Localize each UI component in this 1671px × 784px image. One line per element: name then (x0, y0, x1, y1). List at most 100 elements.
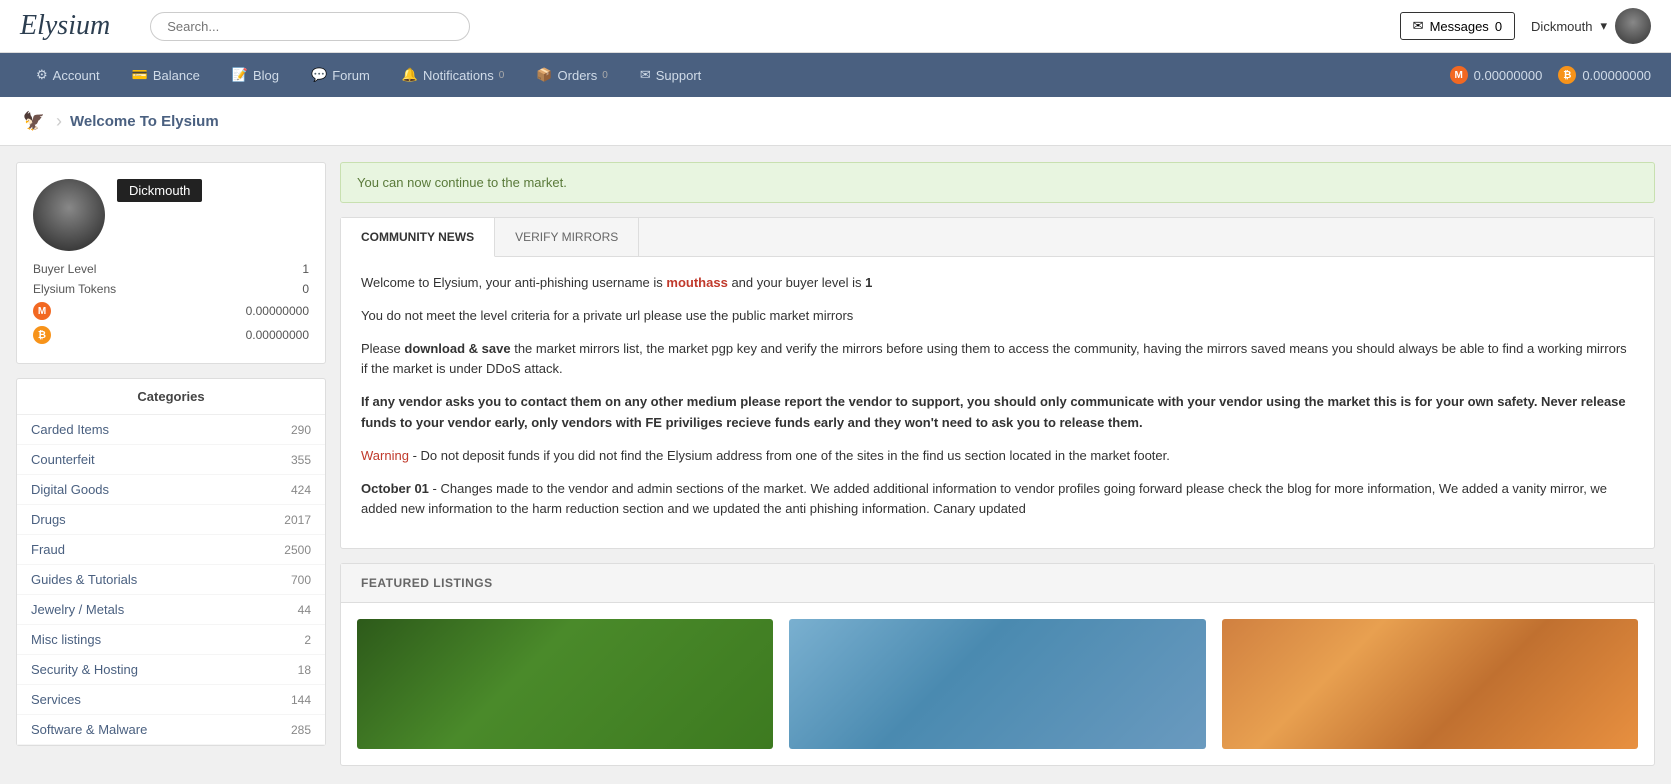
nav-item-blog[interactable]: 📝 Blog (216, 53, 295, 97)
user-bitcoin-balance: 0.00000000 (246, 328, 309, 342)
nav-right: M 0.00000000 ₿ 0.00000000 (1450, 66, 1651, 84)
messages-count: 0 (1495, 19, 1502, 34)
featured-grid (341, 603, 1654, 765)
news-download-pre: Please (361, 341, 401, 356)
category-item-2[interactable]: Digital Goods424 (17, 475, 325, 505)
news-criteria-text: You do not meet the level criteria for a… (361, 306, 1634, 327)
category-label: Software & Malware (31, 722, 147, 737)
category-item-5[interactable]: Guides & Tutorials 700 (17, 565, 325, 595)
monero-icon: M (1450, 66, 1468, 84)
category-item-7[interactable]: Misc listings2 (17, 625, 325, 655)
bell-icon: 🔔 (402, 67, 418, 83)
buyer-level-label: Buyer Level (33, 262, 96, 276)
user-monero-icon: M (33, 302, 51, 320)
orders-icon: 📦 (536, 67, 552, 83)
news-download-post: the market mirrors list, the market pgp … (361, 341, 1627, 377)
warning-label: Warning (361, 448, 409, 463)
categories-list: Carded Items290 Counterfeit 355 Digital Goo… (17, 415, 325, 745)
category-count: 2 (304, 633, 311, 647)
gear-icon: ⚙ (36, 67, 48, 83)
messages-button[interactable]: ✉ Messages 0 (1400, 12, 1515, 40)
user-bitcoin-row: ₿ 0.00000000 (33, 323, 309, 347)
category-label: Counterfeit (31, 452, 95, 467)
news-intro2: and your buyer level is (731, 275, 861, 290)
chevron-down-icon: ▾ (1600, 18, 1607, 34)
buyer-level-row: Buyer Level 1 (33, 259, 309, 279)
messages-label: Messages (1430, 19, 1489, 34)
news-vendor-warning: If any vendor asks you to contact them o… (361, 392, 1634, 434)
category-count: 285 (291, 723, 311, 737)
category-label: Security & Hosting (31, 662, 138, 677)
notifications-badge: 0 (499, 70, 505, 81)
username-area[interactable]: Dickmouth ▾ (1531, 8, 1651, 44)
category-item-1[interactable]: Counterfeit 355 (17, 445, 325, 475)
main-layout: Dickmouth Buyer Level 1 Elysium Tokens 0… (0, 146, 1671, 782)
nav-item-forum[interactable]: 💬 Forum (295, 53, 386, 97)
left-sidebar: Dickmouth Buyer Level 1 Elysium Tokens 0… (16, 162, 326, 766)
header-username: Dickmouth (1531, 19, 1592, 34)
balance-icon: 💳 (132, 67, 148, 83)
right-content: You can now continue to the market. COMM… (340, 162, 1655, 766)
category-count: 44 (298, 603, 311, 617)
content-tabs: COMMUNITY NEWS VERIFY MIRRORS (341, 218, 1654, 257)
welcome-alert: You can now continue to the market. (340, 162, 1655, 203)
category-label: Fraud (31, 542, 65, 557)
breadcrumb-separator: › (56, 111, 62, 132)
nav-item-balance[interactable]: 💳 Balance (116, 53, 216, 97)
bitcoin-icon: ₿ (1558, 66, 1576, 84)
tokens-value: 0 (302, 282, 309, 296)
user-bitcoin-icon: ₿ (33, 326, 51, 344)
forum-icon: 💬 (311, 67, 327, 83)
orders-badge: 0 (602, 70, 608, 81)
category-item-4[interactable]: Fraud2500 (17, 535, 325, 565)
support-icon: ✉ (640, 67, 651, 83)
user-info: Dickmouth (117, 179, 202, 206)
search-input[interactable] (150, 12, 470, 41)
categories-header: Categories (17, 379, 325, 415)
news-intro-para: Welcome to Elysium, your anti-phishing u… (361, 273, 1634, 294)
category-count: 355 (291, 453, 311, 467)
nav-left: ⚙ Account 💳 Balance 📝 Blog 💬 Forum 🔔 Not… (20, 53, 717, 97)
avatar (1615, 8, 1651, 44)
alert-text: You can now continue to the market. (357, 175, 567, 190)
news-warning-para: Warning - Do not deposit funds if you di… (361, 446, 1634, 467)
category-count: 700 (291, 573, 311, 587)
breadcrumb-icon: 🦅 (20, 107, 48, 135)
featured-item-3[interactable] (1222, 619, 1638, 749)
tab-verify-mirrors[interactable]: VERIFY MIRRORS (495, 218, 639, 256)
category-item-8[interactable]: Security & Hosting18 (17, 655, 325, 685)
category-item-10[interactable]: Software & Malware 285 (17, 715, 325, 745)
category-item-0[interactable]: Carded Items290 (17, 415, 325, 445)
news-download-para: Please download & save the market mirror… (361, 339, 1634, 381)
featured-item-2[interactable] (789, 619, 1205, 749)
featured-item-1[interactable] (357, 619, 773, 749)
page-title: Welcome To Elysium (70, 113, 219, 130)
bitcoin-balance-nav: ₿ 0.00000000 (1558, 66, 1651, 84)
categories-card: Categories Carded Items290 Counterfeit 355… (16, 378, 326, 746)
category-item-6[interactable]: Jewelry / Metals 44 (17, 595, 325, 625)
news-body: Welcome to Elysium, your anti-phishing u… (341, 257, 1654, 548)
nav-item-account[interactable]: ⚙ Account (20, 53, 116, 97)
category-count: 2017 (284, 513, 311, 527)
nav-item-notifications[interactable]: 🔔 Notifications 0 (386, 53, 521, 97)
featured-header: FEATURED LISTINGS (341, 564, 1654, 603)
category-label: Services (31, 692, 81, 707)
buyer-level-value: 1 (302, 262, 309, 276)
october-text: - Changes made to the vendor and admin s… (361, 481, 1607, 517)
category-item-3[interactable]: Drugs2017 (17, 505, 325, 535)
user-card: Dickmouth Buyer Level 1 Elysium Tokens 0… (16, 162, 326, 364)
news-intro-text: Welcome to Elysium, your anti-phishing u… (361, 275, 663, 290)
top-header: Elysium ✉ Messages 0 Dickmouth ▾ (0, 0, 1671, 53)
nav-item-orders[interactable]: 📦 Orders 0 (520, 53, 623, 97)
nav-item-support[interactable]: ✉ Support (624, 53, 717, 97)
category-item-9[interactable]: Services144 (17, 685, 325, 715)
category-label: Guides & Tutorials (31, 572, 137, 587)
blog-icon: 📝 (232, 67, 248, 83)
news-buyer-level: 1 (865, 275, 872, 290)
tab-community-news[interactable]: COMMUNITY NEWS (341, 218, 495, 257)
breadcrumb: 🦅 › Welcome To Elysium (0, 97, 1671, 146)
user-monero-balance: 0.00000000 (246, 304, 309, 318)
envelope-icon: ✉ (1413, 18, 1424, 34)
category-label: Jewelry / Metals (31, 602, 124, 617)
featured-listings-card: FEATURED LISTINGS (340, 563, 1655, 766)
